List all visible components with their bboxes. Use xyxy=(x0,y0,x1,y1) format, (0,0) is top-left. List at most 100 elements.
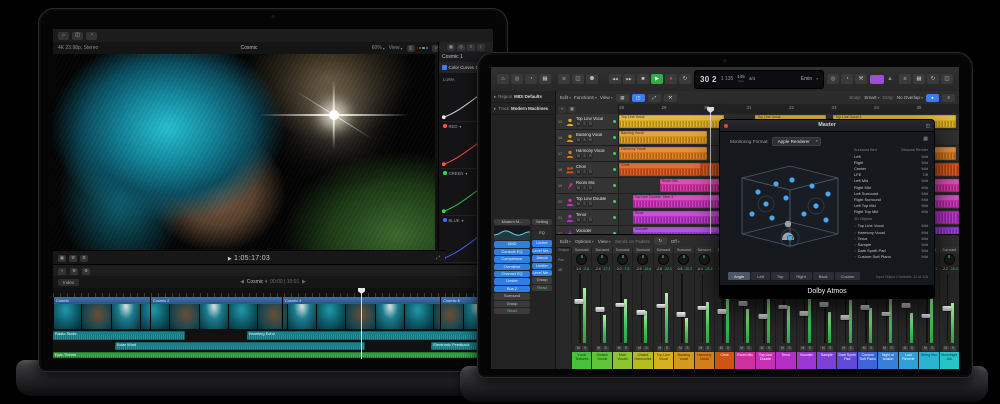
audio-fx-slot[interactable]: Console EQ xyxy=(494,249,530,255)
media-import-icon[interactable]: ⌂ xyxy=(58,32,69,40)
channel-mute-button[interactable]: M xyxy=(596,346,602,351)
functions-menu[interactable]: Functions▾ xyxy=(574,95,597,100)
channel-mute-button[interactable]: M xyxy=(677,346,683,351)
sends-cycle-icon[interactable]: ↻ xyxy=(654,237,667,245)
audio-fx-slot[interactable]: Channel EQ xyxy=(494,271,530,277)
track-m-button[interactable]: M xyxy=(576,218,581,222)
channel-mute-button[interactable]: M xyxy=(657,346,663,351)
track-r-button[interactable]: R xyxy=(588,170,593,174)
channel-fader[interactable] xyxy=(635,273,650,344)
fader-cap[interactable] xyxy=(759,314,768,319)
atmos-grid-icon[interactable]: ▦ xyxy=(923,136,928,142)
dolby-atmos-plugin-window[interactable]: Master ◫ Monitoring Format: Apple Render… xyxy=(719,119,935,299)
pan-knob[interactable] xyxy=(597,254,608,265)
channel-solo-button[interactable]: S xyxy=(766,346,772,351)
audio-inspector-icon[interactable]: ≡ xyxy=(467,44,475,51)
send-slot[interactable]: Level Me... xyxy=(532,270,552,276)
fader-cap[interactable] xyxy=(901,303,910,308)
track-inspector-header[interactable]: ▸ Track Modern Machines xyxy=(491,103,555,115)
audio-clip[interactable]: Radio Static xyxy=(53,331,185,340)
group-button[interactable]: Group xyxy=(494,301,530,307)
send-slot[interactable]: Limiter xyxy=(532,263,552,269)
arrange-playhead[interactable] xyxy=(710,107,711,234)
track-m-button[interactable]: M xyxy=(576,122,581,126)
bed-channel-row[interactable]: Right Top MidMid xyxy=(854,208,928,214)
audio-object-dot[interactable] xyxy=(813,203,818,208)
record-button[interactable]: ● xyxy=(665,74,677,84)
fader-cap[interactable] xyxy=(718,309,727,314)
zoom-toggle-icon[interactable]: ● xyxy=(926,94,939,102)
channel-mute-button[interactable]: M xyxy=(616,346,622,351)
track-header[interactable]: 20Top Line DoubleMSR xyxy=(556,194,619,209)
automation-mode-button[interactable]: Read xyxy=(494,308,530,314)
track-m-button[interactable]: M xyxy=(576,154,581,158)
audio-object-dot[interactable] xyxy=(763,201,768,206)
fader-cap[interactable] xyxy=(616,303,625,308)
effect-checkbox[interactable] xyxy=(442,65,447,70)
audio-object-dot[interactable] xyxy=(769,215,774,220)
track-header[interactable]: 21TenorMSR xyxy=(556,210,619,225)
track-header[interactable]: 15Top Line VocalMSR xyxy=(556,114,619,129)
library-icon[interactable]: ⌂ xyxy=(497,74,509,84)
track-m-button[interactable]: M xyxy=(576,202,581,206)
channel-solo-button[interactable]: S xyxy=(603,346,609,351)
music-track[interactable]: Epic Theme xyxy=(53,351,493,359)
audio-object-dot[interactable] xyxy=(801,211,806,216)
channel-solo-button[interactable]: S xyxy=(664,346,670,351)
mixer-channel-strip[interactable]: Surround-2.4-17.1MSDistant Vocals xyxy=(591,247,611,369)
channel-solo-button[interactable]: S xyxy=(746,346,752,351)
atmos-view-back-button[interactable]: Back xyxy=(813,272,834,280)
mixer-channel-strip[interactable]: Surround-1.0-2.6MSVocal Textures xyxy=(571,247,591,369)
setting-button[interactable]: Setting xyxy=(532,219,552,225)
keyer-icon[interactable]: ◫ xyxy=(72,32,83,40)
catch-playhead-icon[interactable]: ⤢ xyxy=(648,94,661,102)
timeline-settings-icon[interactable]: ⚙ xyxy=(82,268,90,275)
surround-pan-button[interactable]: Surround xyxy=(494,293,530,299)
channel-solo-button[interactable]: S xyxy=(705,346,711,351)
note-pads-icon[interactable]: ▦ xyxy=(913,74,925,84)
mixer-channel-strip[interactable]: Surround-2.2-18.3MSMoonflight Ark xyxy=(939,247,959,369)
fader-cap[interactable] xyxy=(861,305,870,310)
track-header[interactable]: 22VocoderMSR xyxy=(556,226,619,234)
video-track[interactable]: CosmicCosmic 2Cosmic 4Cosmic 6 xyxy=(53,297,493,329)
audio-object-dot[interactable] xyxy=(749,211,754,216)
channel-mute-button[interactable]: M xyxy=(800,346,806,351)
list-editors-icon[interactable]: ≡ xyxy=(899,74,911,84)
track-r-button[interactable]: R xyxy=(588,218,593,222)
audio-fx-slot[interactable]: Compressor xyxy=(494,256,530,262)
mixer-icon[interactable]: ≡ xyxy=(558,74,570,84)
lcd-display[interactable]: 30 2 1 135 145bpm 4/4 Emin ▾ xyxy=(694,70,824,89)
tools-menu-icon[interactable]: ⚒ xyxy=(70,268,78,275)
add-clip-icon[interactable]: + xyxy=(58,268,66,275)
channel-mute-button[interactable]: M xyxy=(698,346,704,351)
mixer-edit-menu[interactable]: Edit▾ xyxy=(560,239,571,244)
channel-fader[interactable] xyxy=(676,273,691,344)
fader-cap[interactable] xyxy=(820,302,829,307)
pan-knob[interactable] xyxy=(699,254,710,265)
video-clip[interactable]: Cosmic 2 xyxy=(150,297,283,329)
mixer-channel-strip[interactable]: Surround0.0-7.6MSMain Vocals xyxy=(612,247,632,369)
atmos-3d-room[interactable] xyxy=(724,148,856,266)
fader-cap[interactable] xyxy=(881,312,890,317)
pan-knob[interactable] xyxy=(658,254,669,265)
automation-mode-button[interactable]: Read xyxy=(532,285,552,291)
channel-fader[interactable] xyxy=(942,273,957,344)
audio-clip[interactable]: Solar Wind xyxy=(115,342,366,350)
audio-object-dot[interactable] xyxy=(823,217,828,222)
audio-object-dot[interactable] xyxy=(789,177,794,182)
channel-fader[interactable] xyxy=(656,273,671,344)
add-track-icon[interactable]: + xyxy=(558,106,566,113)
channel-mute-button[interactable]: M xyxy=(759,346,765,351)
pan-knob[interactable] xyxy=(944,254,955,265)
audio-clip[interactable]: Haunting Echo xyxy=(247,331,493,340)
channel-solo-button[interactable]: S xyxy=(889,346,895,351)
track-s-button[interactable]: S xyxy=(582,138,587,142)
channel-mute-button[interactable]: M xyxy=(861,346,867,351)
audio-track-1[interactable]: Radio Static Haunting Echo xyxy=(53,330,493,341)
send-slot[interactable]: Level Me... xyxy=(532,248,552,254)
track-s-button[interactable]: S xyxy=(582,122,587,126)
audio-object-dot[interactable] xyxy=(825,191,830,196)
midi-region[interactable]: Backing Vocal xyxy=(619,131,707,144)
drag-menu[interactable]: No Overlap▾ xyxy=(897,95,923,100)
inspector-toggle-icon[interactable]: ◎ xyxy=(511,74,523,84)
